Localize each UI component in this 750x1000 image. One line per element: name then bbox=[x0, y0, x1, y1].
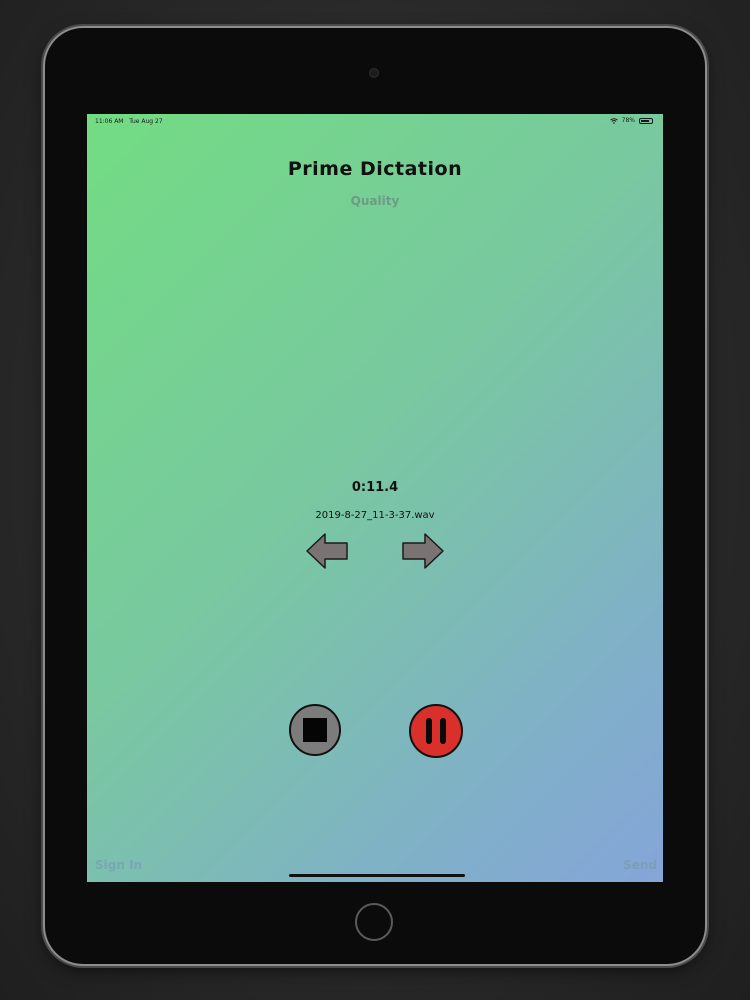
sign-in-button[interactable]: Sign In bbox=[95, 858, 142, 872]
status-bar: 11:06 AM Tue Aug 27 78% bbox=[87, 114, 663, 128]
wifi-icon bbox=[609, 117, 618, 124]
pause-icon bbox=[440, 718, 446, 744]
arrow-left-icon[interactable] bbox=[305, 532, 349, 570]
arrow-right-icon[interactable] bbox=[401, 532, 445, 570]
battery-fill bbox=[641, 119, 649, 122]
status-time-date: 11:06 AM Tue Aug 27 bbox=[95, 118, 163, 125]
stop-button[interactable] bbox=[289, 704, 341, 756]
quality-button[interactable]: Quality bbox=[87, 194, 663, 208]
battery-percent: 78% bbox=[621, 117, 635, 124]
status-indicators: 78% bbox=[609, 117, 653, 124]
battery-icon bbox=[639, 117, 653, 124]
home-indicator bbox=[289, 874, 465, 877]
recording-timer: 0:11.4 bbox=[351, 480, 399, 495]
pause-icon bbox=[426, 718, 432, 744]
status-date: Tue Aug 27 bbox=[129, 118, 163, 125]
pause-button[interactable] bbox=[409, 704, 463, 758]
status-time: 11:06 AM bbox=[95, 118, 124, 125]
ipad-frame: 11:06 AM Tue Aug 27 78% Prime Dictation … bbox=[45, 28, 705, 964]
send-button[interactable]: Send bbox=[623, 858, 657, 872]
app-title: Prime Dictation bbox=[287, 158, 463, 180]
stop-icon bbox=[303, 718, 327, 742]
recording-filename: 2019-8-27_11-3-37.wav bbox=[315, 510, 435, 521]
camera bbox=[369, 68, 379, 78]
app-screen: 11:06 AM Tue Aug 27 78% Prime Dictation … bbox=[87, 114, 663, 882]
home-button[interactable] bbox=[355, 903, 393, 941]
